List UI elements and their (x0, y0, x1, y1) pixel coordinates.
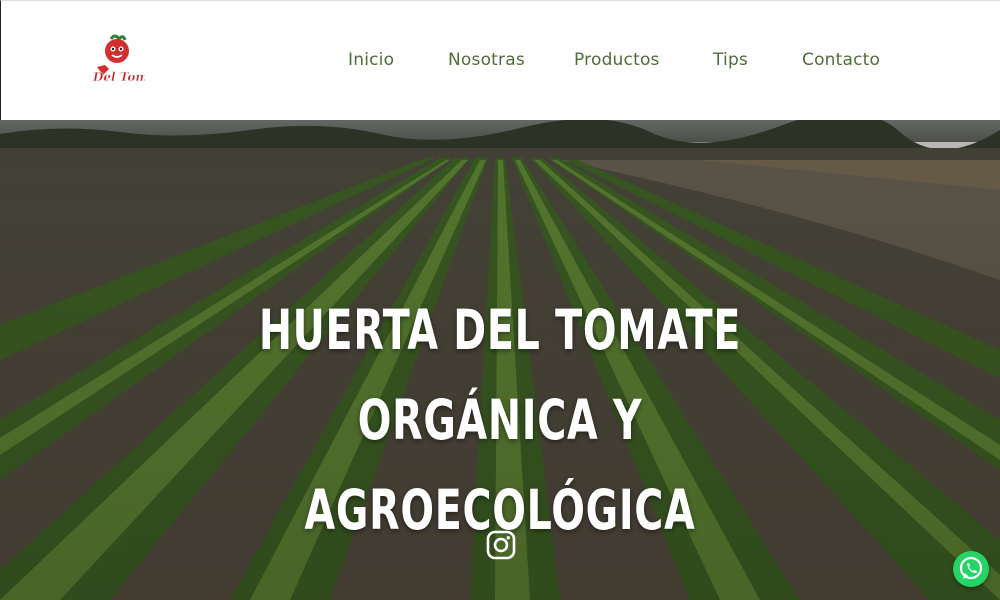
nav-contacto[interactable]: Contacto (802, 50, 880, 70)
main-nav: Inicio Nosotras Productos Tips Contacto (1, 50, 1000, 72)
instagram-link[interactable] (486, 530, 516, 560)
nav-productos[interactable]: Productos (574, 50, 660, 70)
whatsapp-button[interactable] (953, 551, 989, 587)
instagram-icon (486, 530, 516, 560)
nav-tips[interactable]: Tips (713, 50, 748, 70)
whatsapp-icon (959, 556, 983, 580)
svg-text:Del Tomate: Del Tomate (92, 70, 145, 84)
nav-inicio[interactable]: Inicio (348, 50, 394, 70)
nav-nosotras[interactable]: Nosotras (448, 50, 525, 70)
site-header: Del Tomate Inicio Nosotras Productos Tip… (0, 0, 1000, 120)
hero-title: HUERTA DEL TOMATE ORGÁNICA Y AGROECOLÓGI… (258, 298, 742, 542)
hero-section: HUERTA DEL TOMATE ORGÁNICA Y AGROECOLÓGI… (0, 120, 1000, 600)
